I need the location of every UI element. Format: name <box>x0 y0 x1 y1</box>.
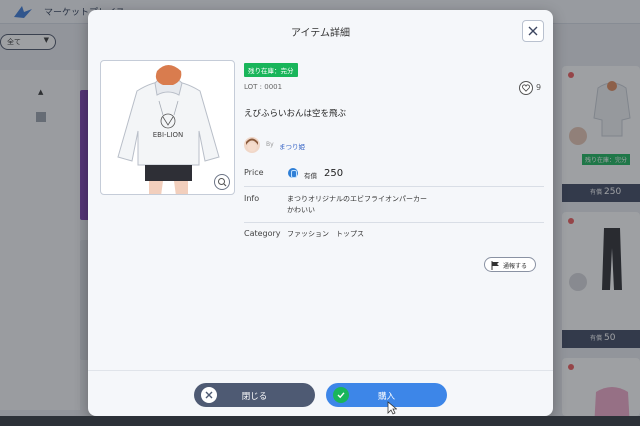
hoodie-print-text: EBI-LION <box>153 131 184 139</box>
item-detail-modal: アイテム詳細 EBI-LION 残り在庫：完分 LOT : 0001 9 えびふ… <box>88 10 553 416</box>
avatar-image <box>246 138 258 152</box>
stock-badge: 残り在庫：完分 <box>244 63 298 77</box>
hoodie-illustration: EBI-LION <box>117 65 220 194</box>
category-label: Category <box>244 229 281 238</box>
report-button[interactable]: 通報する <box>484 257 536 272</box>
seller-prefix: By <box>266 141 274 148</box>
zoom-button[interactable] <box>214 174 230 190</box>
info-label: Info <box>244 194 260 203</box>
close-button[interactable] <box>522 20 544 42</box>
footer-divider <box>88 370 553 371</box>
info-line: かわいい <box>287 206 315 214</box>
report-label: 通報する <box>503 263 528 270</box>
close-icon <box>528 26 538 36</box>
coin-icon <box>288 168 298 178</box>
seller-name-link[interactable]: まつり姫 <box>279 141 305 151</box>
price-row: Price 有償 250 <box>244 164 544 187</box>
close-dialog-button[interactable]: 閉じる <box>194 383 315 407</box>
zoom-icon <box>218 178 227 187</box>
category-row: Category ファッション トップス <box>244 223 544 245</box>
close-button-label: 閉じる <box>241 392 268 402</box>
price-value: 250 <box>324 168 344 179</box>
lot-number: LOT : 0001 <box>244 83 283 91</box>
like-button[interactable] <box>519 81 533 95</box>
taskbar <box>0 416 640 426</box>
price-label: Price <box>244 168 264 177</box>
price-unit: 有償 <box>304 172 317 180</box>
category-tag: トップス <box>336 230 364 238</box>
like-count: 9 <box>536 83 542 92</box>
seller-avatar[interactable] <box>244 137 260 153</box>
modal-title: アイテム詳細 <box>291 28 350 39</box>
item-image[interactable]: EBI-LION <box>100 60 235 195</box>
info-line: まつりオリジナルのエビフライオンパーカー <box>287 195 427 203</box>
category-tag: ファッション <box>287 230 329 238</box>
heart-icon <box>522 84 530 92</box>
mouse-cursor-icon <box>387 401 397 415</box>
item-name: えびふらいおんは空を飛ぶ <box>244 109 347 119</box>
flag-icon <box>491 261 499 270</box>
info-row: Info まつりオリジナルのエビフライオンパーカー かわいい <box>244 187 544 223</box>
